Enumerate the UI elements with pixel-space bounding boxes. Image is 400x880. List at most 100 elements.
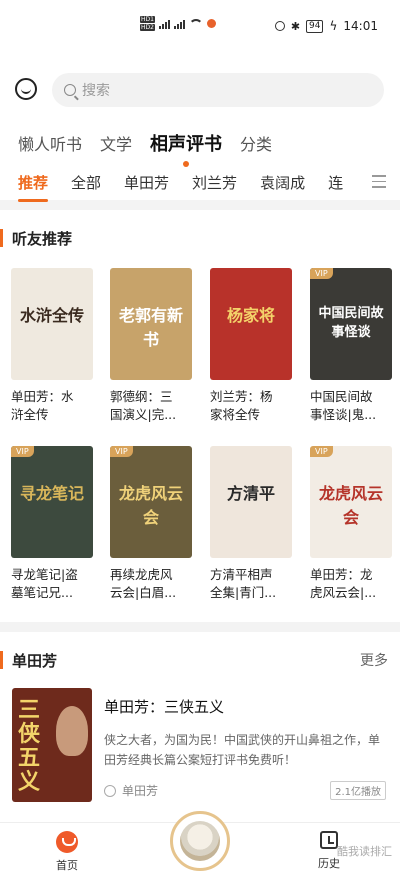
book-title-line1: 单田芳：龙 (310, 567, 373, 582)
sub-tabs: 推荐 全部 单田芳 刘兰芳 袁阔成 连 (18, 172, 343, 202)
subtab-yuan-kuocheng[interactable]: 袁阔成 (260, 172, 305, 193)
cover-title: 中国民间故事怪谈 (318, 306, 384, 340)
watermark-text: 酷我读排汇 (337, 845, 392, 858)
book-title-line2: 墓笔记兄... (11, 585, 73, 600)
vip-badge: VIP (310, 268, 333, 279)
tab-category[interactable]: 分类 (240, 131, 272, 155)
book-title-line1: 方清平相声 (210, 567, 273, 582)
book-item[interactable]: 寻龙笔记 VIP 寻龙笔记|盗 墓笔记兄... (11, 446, 93, 602)
subtab-shan-tianfang[interactable]: 单田芳 (124, 172, 169, 193)
menu-icon[interactable] (372, 175, 386, 192)
bluetooth-icon: ✱ (290, 19, 301, 33)
author-icon (104, 784, 116, 797)
book-title: 单田芳：水 浒全传 (11, 388, 93, 424)
shan-tianfang-section: 单田芳 更多 三侠五义 单田芳：三侠五义 侠之大者，为国为民！中国武侠的开山鼻祖… (0, 632, 400, 822)
book-title-line2: 事怪谈|鬼... (310, 407, 377, 422)
author-row: 单田芳 (104, 782, 158, 799)
section-title: 单田芳 (12, 651, 58, 670)
book-cover[interactable]: 老郭有新书 (110, 268, 192, 380)
book-item[interactable]: 中国民间故事怪谈 VIP 中国民间故 事怪谈|鬼... (310, 268, 392, 424)
profile-smile-icon[interactable] (15, 78, 37, 100)
cover-title: 龙虎风云会 (318, 484, 383, 527)
nav-home[interactable]: 首页 (52, 831, 82, 873)
cover-title: 寻龙笔记 (19, 484, 84, 503)
book-title-line2: 全集|青门... (210, 585, 277, 600)
subtab-more-cut[interactable]: 连 (328, 172, 343, 193)
bottom-nav: 首页 历史 酷我读排汇 (0, 811, 400, 880)
book-title-line2: 国演义|完... (110, 407, 177, 422)
book-cover[interactable]: 三侠五义 (12, 688, 92, 802)
section-title: 听友推荐 (12, 229, 73, 248)
signal-icon-2 (173, 19, 185, 29)
recommend-section: 听友推荐 水浒全传 单田芳：水 浒全传 老郭有新书 郭德纲：三 国演义|完... 杨家将 刘兰… (0, 210, 400, 622)
cover-title: 龙虎风云会 (118, 484, 183, 527)
book-title-line2: 虎风云会|... (310, 585, 377, 600)
book-cover[interactable]: 方清平 (210, 446, 292, 558)
book-item[interactable]: 杨家将刘兰芳：杨 家将全传 (210, 268, 292, 424)
book-title-line1: 刘兰芳：杨 (210, 389, 273, 404)
search-placeholder: 搜索 (82, 83, 110, 99)
nav-home-label: 首页 (56, 859, 78, 872)
section-accent-bar (0, 651, 3, 669)
hd-icon: HD1 HD2 (140, 16, 155, 31)
wifi-icon (188, 18, 203, 29)
main-tabs: 懒人听书 文学 相声评书 分类 (18, 130, 272, 167)
book-item[interactable]: 龙虎风云会 VIP 单田芳：龙虎风云会|... (310, 446, 392, 602)
player-disc-button[interactable] (170, 811, 230, 871)
book-title: 刘兰芳：杨 家将全传 (210, 388, 292, 424)
signal-icon (158, 19, 170, 29)
book-title: 单田芳：龙虎风云会|... (310, 566, 392, 602)
book-cover[interactable]: 水浒全传 (11, 268, 93, 380)
vip-badge: VIP (110, 446, 133, 457)
play-count-badge: 2.1亿播放 (330, 781, 386, 800)
cover-title: 水浒全传 (19, 306, 84, 325)
book-cover[interactable]: 中国民间故事怪谈 VIP (310, 268, 392, 380)
cover-title: 方清平 (226, 484, 275, 503)
portrait-image (56, 706, 88, 756)
alarm-icon (274, 21, 285, 31)
cover-title: 三侠五义 (18, 697, 41, 795)
book-item[interactable]: 水浒全传单田芳：水 浒全传 (11, 268, 93, 424)
battery-icon: 94 (306, 19, 324, 33)
book-cover[interactable]: 寻龙笔记 VIP (11, 446, 93, 558)
app-indicator-icon (206, 19, 216, 28)
book-cover[interactable]: 龙虎风云会 VIP (110, 446, 192, 558)
book-title-line1: 单田芳：水 (11, 389, 74, 404)
tab-lanren[interactable]: 懒人听书 (18, 131, 82, 155)
book-item[interactable]: 方清平方清平相声全集|青门... (210, 446, 292, 602)
book-title-line2: 云会|白眉... (110, 585, 177, 600)
book-title: 寻龙笔记|盗 墓笔记兄... (11, 566, 93, 602)
book-title: 再续龙虎风云会|白眉... (110, 566, 192, 602)
tab-literature[interactable]: 文学 (100, 131, 132, 155)
vip-badge: VIP (310, 446, 333, 457)
history-icon (320, 831, 338, 849)
section-header: 听友推荐 (0, 228, 72, 248)
signal-indicators: HD1 HD2 (140, 16, 216, 31)
book-cover[interactable]: 杨家将 (210, 268, 292, 380)
book-item[interactable]: 老郭有新书郭德纲：三国演义|完... (110, 268, 192, 424)
more-link[interactable]: 更多 (360, 650, 388, 670)
author-name: 单田芳 (122, 784, 159, 798)
book-item[interactable]: 龙虎风云会 VIP 再续龙虎风云会|白眉... (110, 446, 192, 602)
tab-crosstalk[interactable]: 相声评书 (150, 130, 222, 167)
book-description: 侠之大者，为国为民！中国武侠的开山鼻祖之作，单田芳经典长篇公案短打评书免费听！ (104, 733, 381, 767)
book-title: 方清平相声全集|青门... (210, 566, 292, 602)
book-title: 郭德纲：三国演义|完... (110, 388, 192, 424)
vip-badge: VIP (11, 446, 34, 457)
disc-icon (180, 821, 220, 861)
book-title-line1: 寻龙笔记|盗 (11, 567, 78, 582)
search-icon (64, 84, 76, 96)
subtab-all[interactable]: 全部 (71, 172, 101, 193)
section-accent-bar (0, 229, 3, 247)
subtab-recommend[interactable]: 推荐 (18, 172, 49, 202)
cover-title: 老郭有新书 (118, 306, 183, 349)
book-cover[interactable]: 龙虎风云会 VIP (310, 446, 392, 558)
section-header: 单田芳 (0, 650, 57, 670)
book-title-line1: 郭德纲：三 (110, 389, 173, 404)
book-title-line1: 再续龙虎风 (110, 567, 173, 582)
cover-title: 杨家将 (226, 306, 275, 325)
book-title[interactable]: 单田芳：三侠五义 (104, 696, 224, 717)
subtab-liu-lanfang[interactable]: 刘兰芳 (192, 172, 237, 193)
search-input[interactable]: 搜索 (52, 73, 384, 107)
book-title: 中国民间故 事怪谈|鬼... (310, 388, 392, 424)
